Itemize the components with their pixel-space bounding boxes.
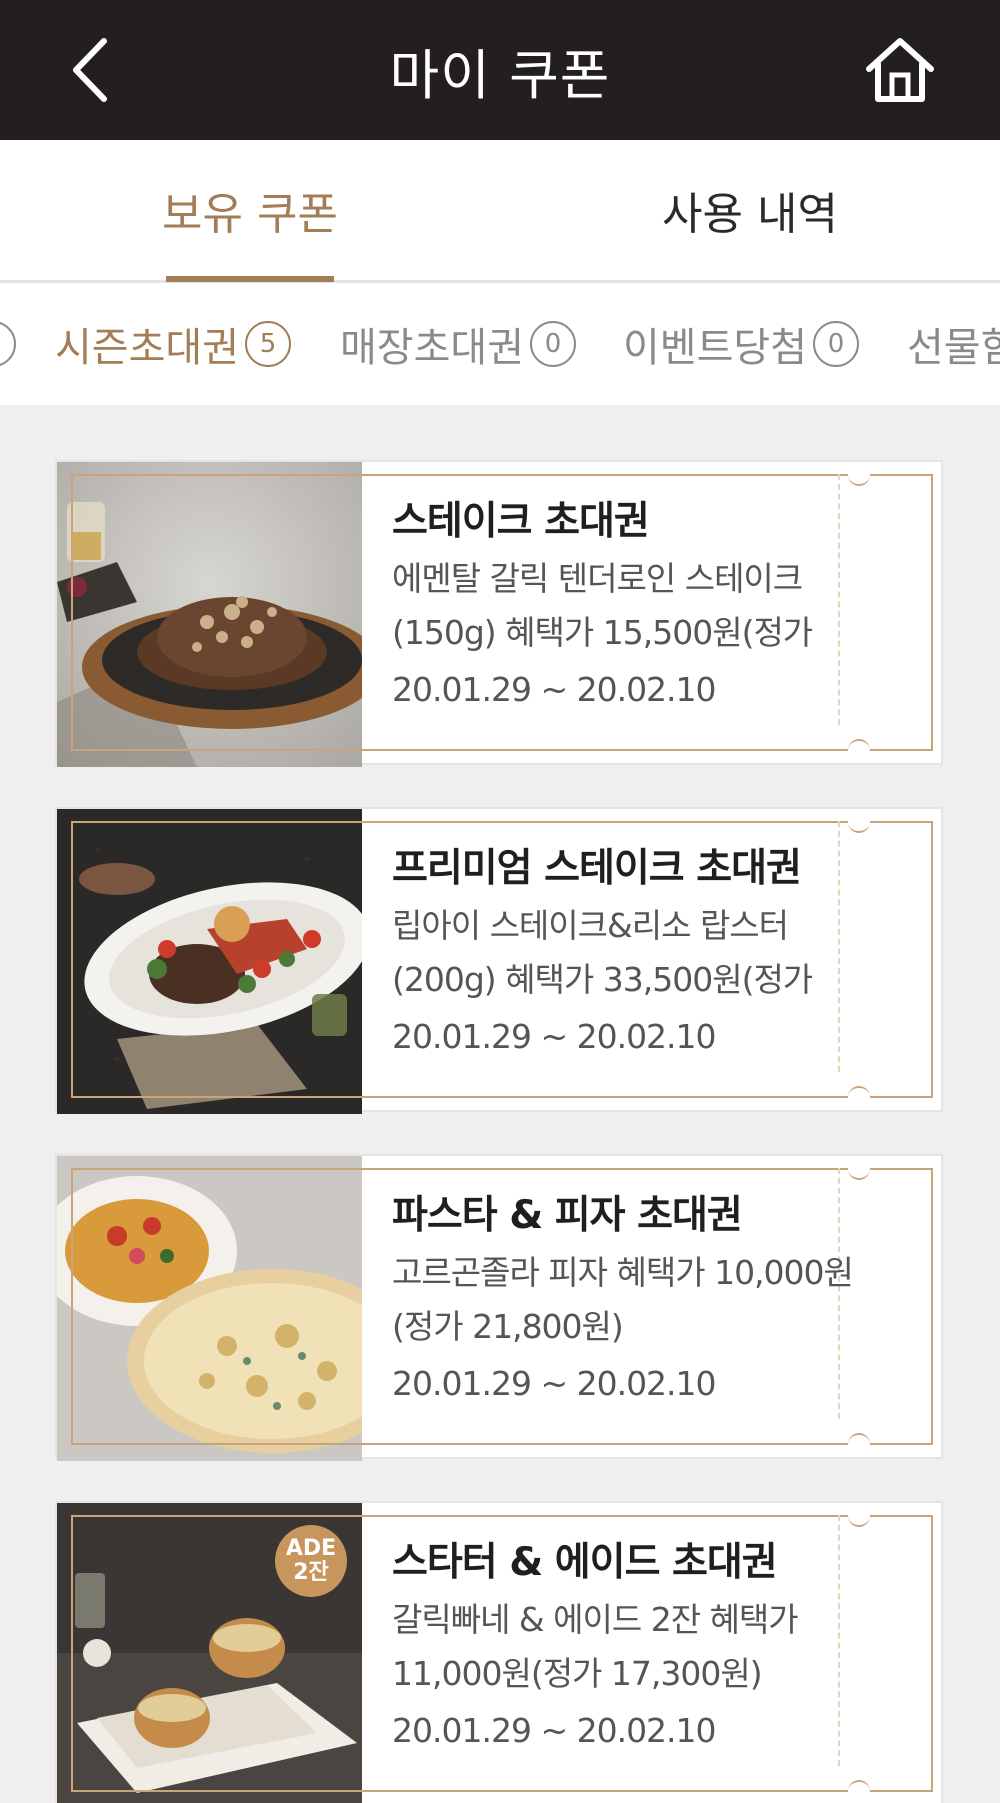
coupon-card[interactable]: 프리미엄 스테이크 초대권 립아이 스테이크&리소 랍스터 (200g) 혜택가… <box>55 807 943 1114</box>
sub-tab-season[interactable]: 시즌초대권 5 <box>55 283 291 405</box>
coupon-info: 스테이크 초대권 에멘탈 갈릭 텐더로인 스테이크 (150g) 혜택가 15,… <box>392 492 892 720</box>
coupon-card[interactable]: 파스타 & 피자 초대권 고르곤졸라 피자 혜택가 10,000원(정가 21,… <box>55 1154 943 1461</box>
garlic-bread-image: ADE 2잔 <box>57 1503 362 1803</box>
coupon-category-tabs: 시즌초대권 5 매장초대권 0 이벤트당첨 0 선물함 <box>0 283 1000 405</box>
sub-tab-label: 시즌초대권 <box>55 325 239 371</box>
main-tab-bar: 보유 쿠폰 사용 내역 <box>0 140 1000 283</box>
coupon-description: 고르곤졸라 피자 혜택가 10,000원(정가 21,800원) <box>392 1253 854 1346</box>
ticket-notch <box>848 1433 870 1445</box>
home-icon <box>866 38 934 102</box>
coupon-card[interactable]: 스테이크 초대권 에멘탈 갈릭 텐더로인 스테이크 (150g) 혜택가 15,… <box>55 460 943 767</box>
ticket-notch <box>848 1780 870 1792</box>
coupon-title: 파스타 & 피자 초대권 <box>392 1193 743 1238</box>
coupon-validity: 20.01.29 ~ 20.02.10 <box>392 1711 717 1750</box>
active-tab-indicator <box>166 276 334 282</box>
badge-line2: 2잔 <box>293 1560 329 1585</box>
coupon-validity: 20.01.29 ~ 20.02.10 <box>392 1364 717 1403</box>
sub-tab-label: 이벤트당첨 <box>623 325 807 371</box>
home-button[interactable] <box>850 28 950 112</box>
sub-tab-label: 매장초대권 <box>340 325 524 371</box>
count-badge: 5 <box>245 321 291 367</box>
ticket-notch <box>848 1168 870 1180</box>
coupon-card[interactable]: ADE 2잔 스타터 & 에이드 초대권 갈릭빠네 & 에이드 2잔 혜택가 1… <box>55 1501 943 1803</box>
count-badge <box>0 321 16 367</box>
coupon-title: 스테이크 초대권 <box>392 499 650 544</box>
ticket-notch <box>848 821 870 833</box>
pasta-pizza-image <box>57 1156 362 1461</box>
badge-line1: ADE <box>285 1536 337 1561</box>
tab-usage-history[interactable]: 사용 내역 <box>590 140 910 280</box>
sub-tab-store[interactable]: 매장초대권 0 <box>340 283 576 405</box>
coupon-title: 스타터 & 에이드 초대권 <box>392 1540 778 1585</box>
coupon-title: 프리미엄 스테이크 초대권 <box>392 846 802 891</box>
tab-owned-coupons[interactable]: 보유 쿠폰 <box>90 140 410 280</box>
coupon-description: 갈릭빠네 & 에이드 2잔 혜택가 11,000원(정가 17,300원) <box>392 1600 799 1693</box>
ticket-notch <box>848 474 870 486</box>
count-badge: 0 <box>530 321 576 367</box>
coupon-info: 프리미엄 스테이크 초대권 립아이 스테이크&리소 랍스터 (200g) 혜택가… <box>392 839 892 1067</box>
coupon-description: 립아이 스테이크&리소 랍스터 (200g) 혜택가 33,500원(정가 <box>392 906 813 999</box>
steak-lobster-image <box>57 809 362 1114</box>
coupon-validity: 20.01.29 ~ 20.02.10 <box>392 1017 717 1056</box>
sub-tab-previous[interactable] <box>0 283 16 405</box>
sub-tab-event[interactable]: 이벤트당첨 0 <box>623 283 859 405</box>
ticket-notch <box>848 739 870 751</box>
sub-tab-gift[interactable]: 선물함 <box>907 283 1000 405</box>
ticket-notch <box>848 1515 870 1527</box>
coupon-description: 에멘탈 갈릭 텐더로인 스테이크 (150g) 혜택가 15,500원(정가 <box>392 559 813 652</box>
coupon-validity: 20.01.29 ~ 20.02.10 <box>392 670 717 709</box>
top-bar: 마이 쿠폰 <box>0 0 1000 140</box>
count-badge: 0 <box>813 321 859 367</box>
sub-tab-label: 선물함 <box>907 325 1000 371</box>
steak-platter-image <box>57 462 362 767</box>
coupon-info: 스타터 & 에이드 초대권 갈릭빠네 & 에이드 2잔 혜택가 11,000원(… <box>392 1533 892 1761</box>
ade-badge: ADE 2잔 <box>275 1525 347 1597</box>
ticket-notch <box>848 1086 870 1098</box>
coupon-info: 파스타 & 피자 초대권 고르곤졸라 피자 혜택가 10,000원(정가 21,… <box>392 1186 892 1414</box>
